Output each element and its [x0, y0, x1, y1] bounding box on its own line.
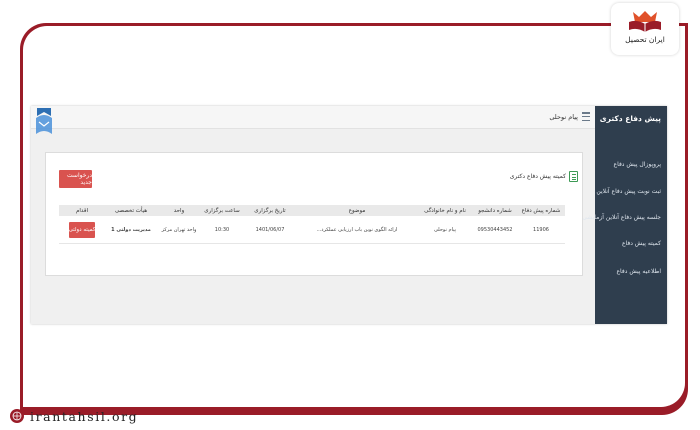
panel-header: کمیته پیش دفاع دکتری — [510, 171, 578, 182]
website-label: irantahsil.org — [10, 405, 160, 427]
column-header: نام و نام خانوادگی — [417, 205, 473, 216]
sidebar-item-online-booking[interactable]: ثبت نوبت پیش دفاع آنلاین — [596, 188, 661, 195]
committee-action-button[interactable]: کمیته دولتی — [69, 221, 95, 238]
sidebar-item-committee[interactable]: کمیته پیش دفاع — [622, 240, 661, 247]
panel-title: کمیته پیش دفاع دکتری — [509, 173, 566, 180]
globe-icon — [10, 409, 24, 423]
user-name[interactable]: پیام نوحلی — [549, 113, 578, 121]
table-header-row: شماره پیش دفاع شماره دانشجو نام و نام خا… — [59, 205, 565, 216]
new-request-button[interactable]: درخواست جدید — [59, 170, 92, 188]
table-row: 11906 09530443452 پیام نوحلی ارائه الگوی… — [59, 216, 565, 244]
committee-panel: کمیته پیش دفاع دکتری درخواست جدید شماره … — [45, 152, 583, 276]
column-header: تاریخ برگزاری — [243, 205, 297, 216]
column-header: واحد — [157, 205, 201, 216]
column-header: شماره دانشجو — [473, 205, 517, 216]
site-url[interactable]: irantahsil.org — [30, 409, 138, 424]
cell-name: پیام نوحلی — [417, 216, 473, 244]
brand-logo-card: ایران تحصیل — [611, 3, 679, 55]
book-logo-icon — [629, 11, 661, 32]
top-bar: پیام نوحلی — [31, 106, 595, 134]
cell-time: 10:30 — [201, 216, 243, 244]
cell-subject: ارائه الگوی نوین باب ارزیابی عملکرد... — [297, 216, 417, 244]
sidebar: پیش دفاع دکتری پروپوزال پیش دفاع ثبت نوب… — [582, 106, 667, 324]
cell-unit: واحد تهران مرکز — [157, 216, 201, 244]
cell-action: کمیته دولتی — [59, 216, 105, 244]
cell-defense-id: 11906 — [517, 216, 565, 244]
document-icon — [569, 171, 578, 182]
sidebar-item-online-session[interactable]: جلسه پیش دفاع آنلاین آزمایشی — [582, 214, 661, 221]
menu-toggle-icon[interactable] — [582, 112, 590, 121]
university-logo-icon — [36, 108, 52, 134]
column-header: اقدام — [59, 205, 105, 216]
sidebar-title[interactable]: پیش دفاع دکتری — [600, 114, 661, 123]
cell-committee: مدیریت دولتی 1 — [105, 216, 157, 244]
column-header: ساعت برگزاری — [201, 205, 243, 216]
sidebar-item-proposal[interactable]: پروپوزال پیش دفاع — [614, 161, 661, 168]
sidebar-item-announcements[interactable]: اطلاعیه پیش دفاع — [616, 268, 661, 275]
cell-student-no: 09530443452 — [473, 216, 517, 244]
column-header: موضوع — [297, 205, 417, 216]
brand-logo-text: ایران تحصیل — [625, 35, 665, 44]
app-screenshot: پیام نوحلی پیش دفاع دکتری پروپوزال پیش د… — [31, 106, 667, 324]
column-header: شماره پیش دفاع — [517, 205, 565, 216]
column-header: هیأت تخصصی — [105, 205, 157, 216]
cell-date: 1401/06/07 — [243, 216, 297, 244]
committee-table: شماره پیش دفاع شماره دانشجو نام و نام خا… — [59, 205, 565, 244]
